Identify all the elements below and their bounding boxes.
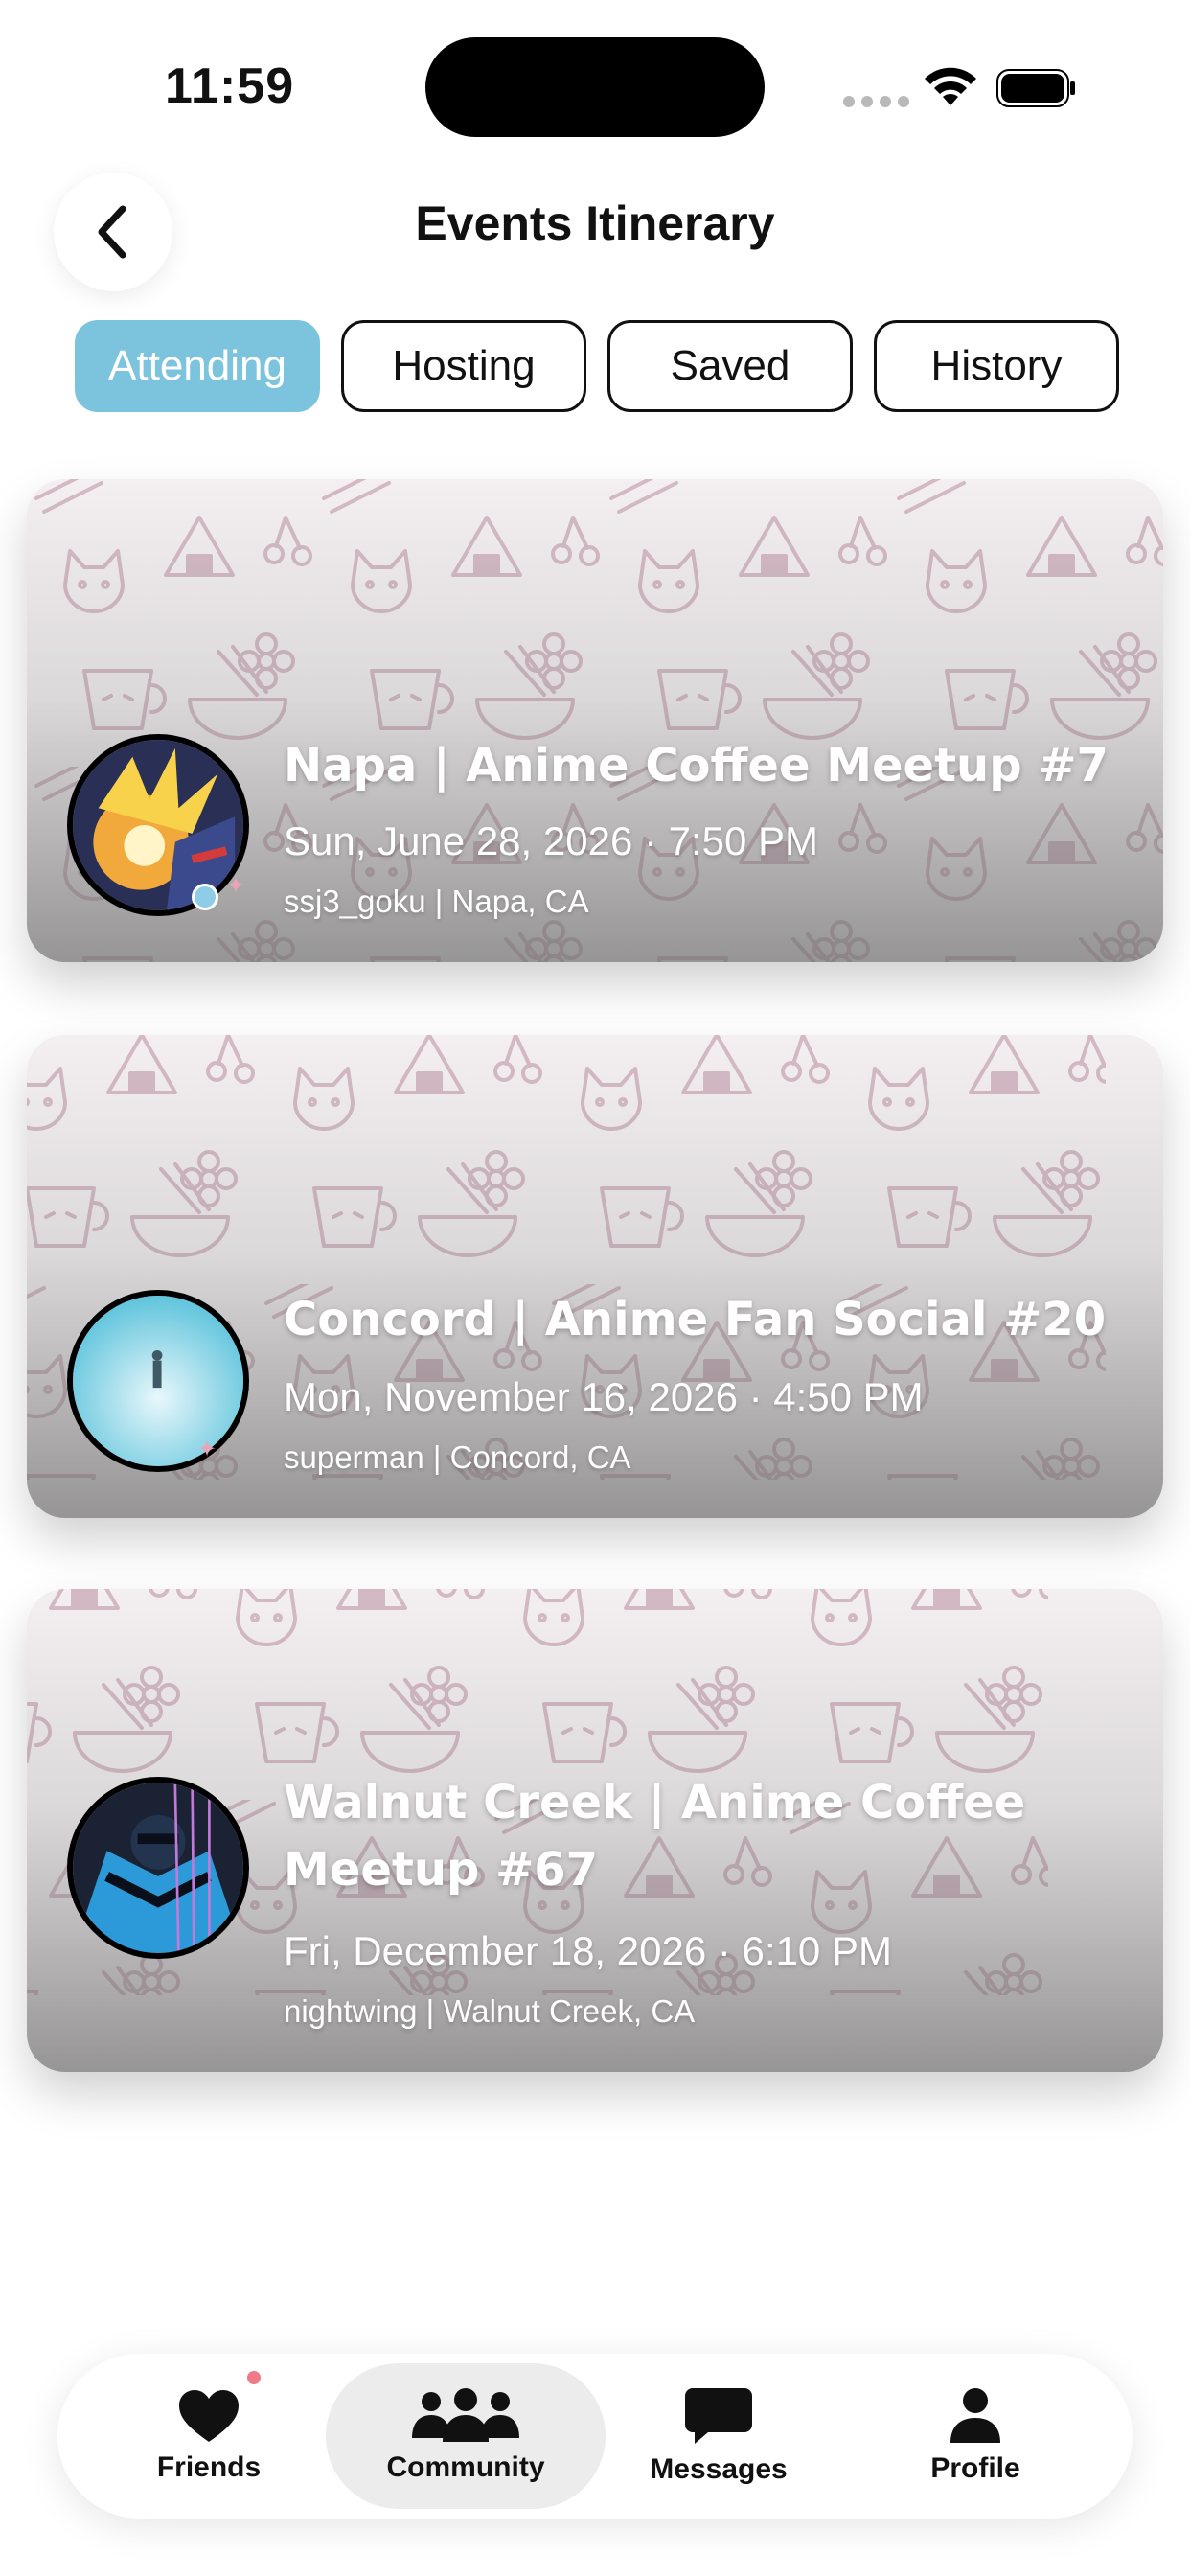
host-avatar[interactable]: [67, 1290, 249, 1472]
event-datetime: Sun, June 28, 2026 · 7:50 PM: [284, 818, 819, 863]
tab-attending[interactable]: Attending: [75, 320, 320, 412]
event-title: Napa | Anime Coffee Meetup #7: [284, 739, 1109, 793]
nav-profile[interactable]: Profile: [881, 2363, 1069, 2509]
nav-messages[interactable]: Messages: [625, 2363, 812, 2509]
verified-badge-icon: [192, 884, 218, 910]
notification-dot: [247, 2371, 261, 2384]
event-title: Concord | Anime Fan Social #20: [284, 1293, 1107, 1346]
event-card[interactable]: ✦ Napa | Anime Coffee Meetup #7 Sun, Jun…: [27, 479, 1163, 962]
avatar-image: [73, 1782, 243, 1953]
nav-community-label: Community: [386, 2451, 545, 2483]
event-datetime: Mon, November 16, 2026 · 4:50 PM: [284, 1374, 924, 1419]
event-card[interactable]: ✦ Concord | Anime Fan Social #20 Mon, No…: [27, 1035, 1163, 1518]
host-avatar[interactable]: [67, 734, 249, 916]
cellular-signal-icon: [843, 96, 909, 107]
itinerary-tabs: Attending Hosting Saved History: [75, 320, 1119, 412]
nav-friends[interactable]: Friends: [115, 2363, 303, 2509]
tab-hosting[interactable]: Hosting: [341, 320, 586, 412]
tab-saved[interactable]: Saved: [607, 320, 853, 412]
wifi-icon: [925, 67, 976, 105]
event-card[interactable]: Walnut Creek | Anime Coffee Meetup #67 F…: [27, 1589, 1163, 2072]
dynamic-island: [425, 37, 765, 137]
nav-friends-label: Friends: [156, 2451, 262, 2483]
event-host-location: ssj3_goku | Napa, CA: [284, 884, 589, 919]
event-host-location: superman | Concord, CA: [284, 1439, 631, 1475]
sparkle-icon: ✦: [197, 1437, 217, 1462]
tab-history[interactable]: History: [874, 320, 1119, 412]
heart-icon: [179, 2390, 239, 2442]
event-datetime: Fri, December 18, 2026 · 6:10 PM: [284, 1928, 892, 1973]
event-host-location: nightwing | Walnut Creek, CA: [284, 1993, 696, 2029]
event-title: Walnut Creek | Anime Coffee Meetup #67: [284, 1776, 1026, 1897]
host-avatar[interactable]: [67, 1777, 249, 1959]
avatar-image: [73, 1296, 243, 1466]
bottom-tab-bar: Friends Community Messages Profile: [57, 2354, 1133, 2518]
nav-community[interactable]: Community: [326, 2363, 606, 2509]
battery-icon: [996, 69, 1075, 107]
people-icon: [412, 2388, 519, 2442]
person-icon: [950, 2388, 1000, 2443]
avatar-image: [73, 740, 243, 910]
sparkle-icon: ✦: [226, 873, 246, 899]
status-time: 11:59: [165, 58, 295, 114]
nav-messages-label: Messages: [650, 2453, 788, 2485]
chat-bubble-icon: [685, 2388, 752, 2444]
page-title: Events Itinerary: [415, 196, 775, 250]
nav-profile-label: Profile: [930, 2452, 1020, 2484]
